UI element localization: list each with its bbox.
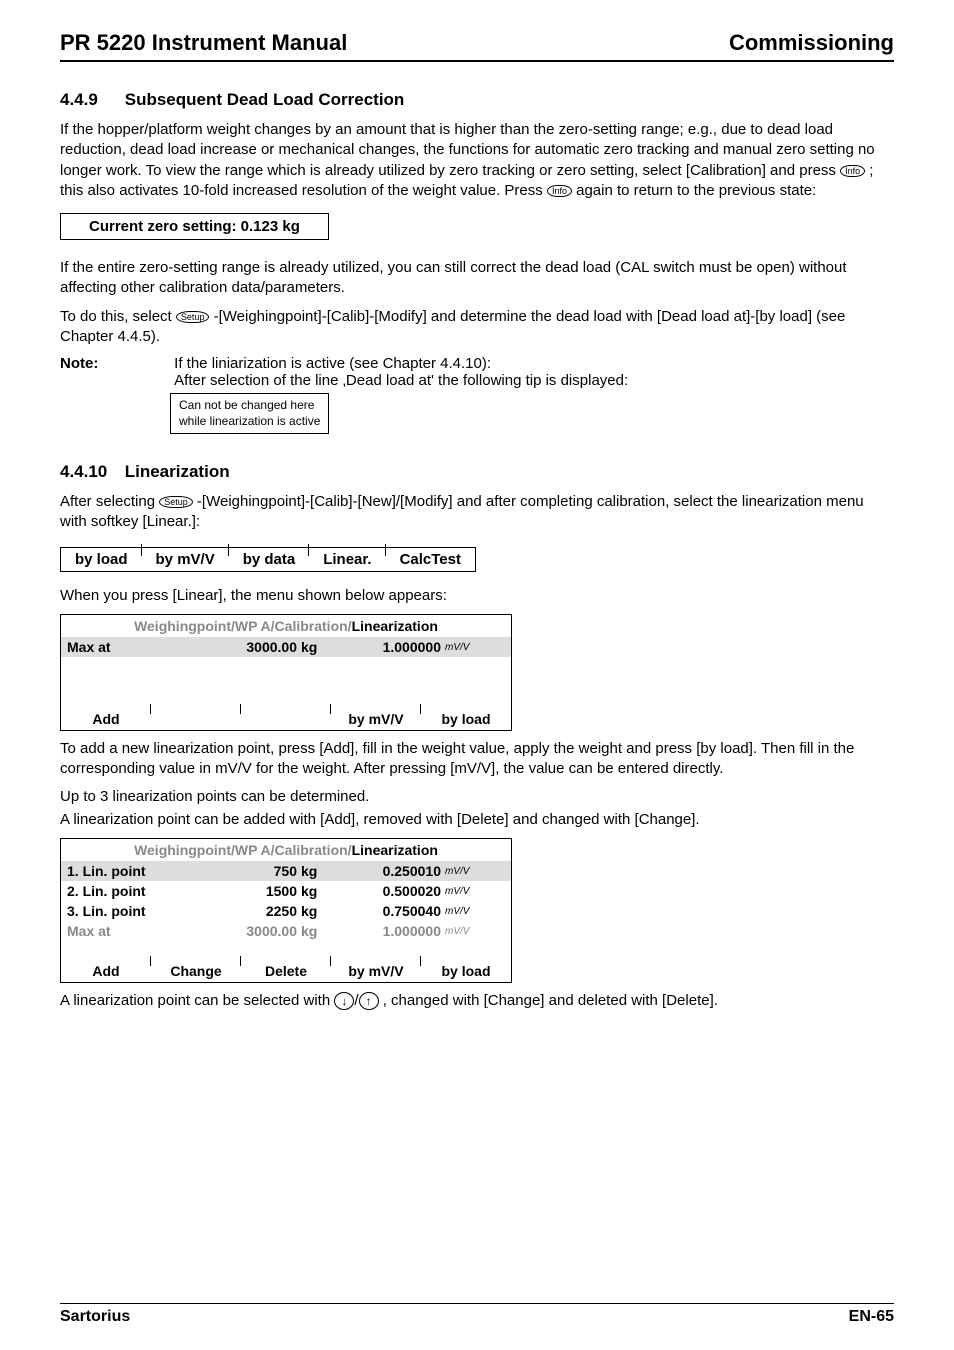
softkey-calctest[interactable]: CalcTest [386,548,475,571]
panel1-sk-mvv[interactable]: by mV/V [331,708,421,730]
sec4410-para5: A linearization point can be added with … [60,810,894,830]
panel2-r3-val: 2250 [187,903,301,919]
softkey-bar-main: by load by mV/V by data Linear. CalcTest [60,547,476,572]
info-icon: Info [840,165,865,177]
note-label: Note: [60,355,170,372]
sec4410-para3: To add a new linearization point, press … [60,739,894,780]
panel2-r3-unit: kg [301,903,331,919]
panel2-row-2[interactable]: 2. Lin. point 1500 kg 0.500020 mV/V [61,881,511,901]
panel2-sk-mvv[interactable]: by mV/V [331,960,421,982]
page-header: PR 5220 Instrument Manual Commissioning [60,30,894,62]
section-449-number: 4.4.9 [60,90,120,110]
softkey-by-load[interactable]: by load [61,548,142,571]
panel2-r3-label: 3. Lin. point [67,903,187,919]
panel2-r3-mv: 0.750040 [331,903,445,919]
mvv-unit-icon: mV/V [445,883,485,899]
linearization-panel-2: Weighingpoint/WP A/Calibration/Lineariza… [60,838,512,983]
panel2-rmax-mv: 1.000000 [331,923,445,939]
panel2-sk-load[interactable]: by load [421,960,511,982]
sec449-para1-c: again to return to the previous state: [576,182,816,199]
sec4410-para6: A linearization point can be selected wi… [60,991,894,1011]
panel1-sk-blank1 [151,708,241,730]
zero-setting-box: Current zero setting: 0.123 kg [60,213,329,240]
mvv-unit-icon: mV/V [445,923,485,939]
panel1-title-path: Weighingpoint/WP A/Calibration/ [134,618,352,634]
panel2-title: Weighingpoint/WP A/Calibration/Lineariza… [61,839,511,861]
sec4410-para6-b: , changed with [Change] and deleted with… [383,992,718,1009]
panel2-sk-delete[interactable]: Delete [241,960,331,982]
panel2-softkeys: Add Change Delete by mV/V by load [61,959,511,982]
sec4410-para1: After selecting Setup -[Weighingpoint]-[… [60,492,894,533]
note-block: Note: If the liniarization is active (se… [60,355,894,389]
setup-icon: Setup [159,496,193,508]
footer-brand: Sartorius [60,1308,130,1326]
sec449-para2: If the entire zero-setting range is alre… [60,258,894,299]
softkey-by-data[interactable]: by data [229,548,310,571]
panel2-r1-val: 750 [187,863,301,879]
setup-icon: Setup [176,311,210,323]
panel1-sk-add[interactable]: Add [61,708,151,730]
panel2-r2-label: 2. Lin. point [67,883,187,899]
panel2-rmax-label: Max at [67,923,187,939]
page-footer: Sartorius EN-65 [60,1303,894,1326]
linearization-panel-1: Weighingpoint/WP A/Calibration/Lineariza… [60,614,512,731]
sec449-para3: To do this, select Setup -[Weighingpoint… [60,307,894,348]
arrow-down-icon: ↓ [334,992,354,1010]
sec449-para1: If the hopper/platform weight changes by… [60,120,894,201]
panel2-r1-label: 1. Lin. point [67,863,187,879]
panel2-r1-mv: 0.250010 [331,863,445,879]
sec449-para3-a: To do this, select [60,308,176,325]
arrow-up-icon: ↑ [359,992,379,1010]
sec4410-para2: When you press [Linear], the menu shown … [60,586,894,606]
header-left: PR 5220 Instrument Manual [60,30,347,56]
mvv-unit-icon: mV/V [445,903,485,919]
sec4410-para1-a: After selecting [60,493,159,510]
panel1-row-max[interactable]: Max at 3000.00 kg 1.000000 mV/V [61,637,511,657]
panel2-rmax-val: 3000.00 [187,923,301,939]
footer-page: EN-65 [849,1308,894,1326]
panel2-r1-unit: kg [301,863,331,879]
panel1-max-value: 3000.00 [187,639,301,655]
panel2-row-max: Max at 3000.00 kg 1.000000 mV/V [61,921,511,941]
section-4410-heading: 4.4.10 Linearization [60,462,894,482]
panel2-r2-val: 1500 [187,883,301,899]
sec4410-para4: Up to 3 linearization points can be dete… [60,787,894,807]
arrow-slash: / [354,992,358,1009]
tip-box: Can not be changed here while linearizat… [170,393,329,434]
section-4410-title: Linearization [125,462,230,481]
panel2-r2-mv: 0.500020 [331,883,445,899]
softkey-linear[interactable]: Linear. [309,548,385,571]
sec449-para1-a: If the hopper/platform weight changes by… [60,121,875,179]
panel1-title: Weighingpoint/WP A/Calibration/Lineariza… [61,615,511,637]
panel1-softkeys: Add by mV/V by load [61,707,511,730]
sec4410-para6-a: A linearization point can be selected wi… [60,992,334,1009]
mvv-unit-icon: mV/V [445,639,485,655]
note-line1: If the liniarization is active (see Chap… [174,355,491,372]
panel2-row-1[interactable]: 1. Lin. point 750 kg 0.250010 mV/V [61,861,511,881]
tip-line1: Can not be changed here [179,398,314,412]
section-449-title: Subsequent Dead Load Correction [125,90,405,109]
panel1-title-current: Linearization [352,618,438,634]
panel2-rmax-unit: kg [301,923,331,939]
panel1-max-unit: kg [301,639,331,655]
panel2-title-current: Linearization [352,842,438,858]
mvv-unit-icon: mV/V [445,863,485,879]
info-icon: Info [547,185,572,197]
softkey-by-mvv[interactable]: by mV/V [142,548,229,571]
panel2-r2-unit: kg [301,883,331,899]
panel2-row-3[interactable]: 3. Lin. point 2250 kg 0.750040 mV/V [61,901,511,921]
panel1-max-mvv: 1.000000 [331,639,445,655]
panel2-sk-add[interactable]: Add [61,960,151,982]
section-449-heading: 4.4.9 Subsequent Dead Load Correction [60,90,894,110]
panel2-title-path: Weighingpoint/WP A/Calibration/ [134,842,352,858]
panel1-sk-blank2 [241,708,331,730]
header-right: Commissioning [729,30,894,56]
tip-line2: while linearization is active [179,414,320,428]
panel2-sk-change[interactable]: Change [151,960,241,982]
panel1-sk-load[interactable]: by load [421,708,511,730]
section-4410-number: 4.4.10 [60,462,120,482]
note-line2: After selection of the line ‚Dead load a… [174,372,628,389]
panel1-max-label: Max at [67,639,187,655]
